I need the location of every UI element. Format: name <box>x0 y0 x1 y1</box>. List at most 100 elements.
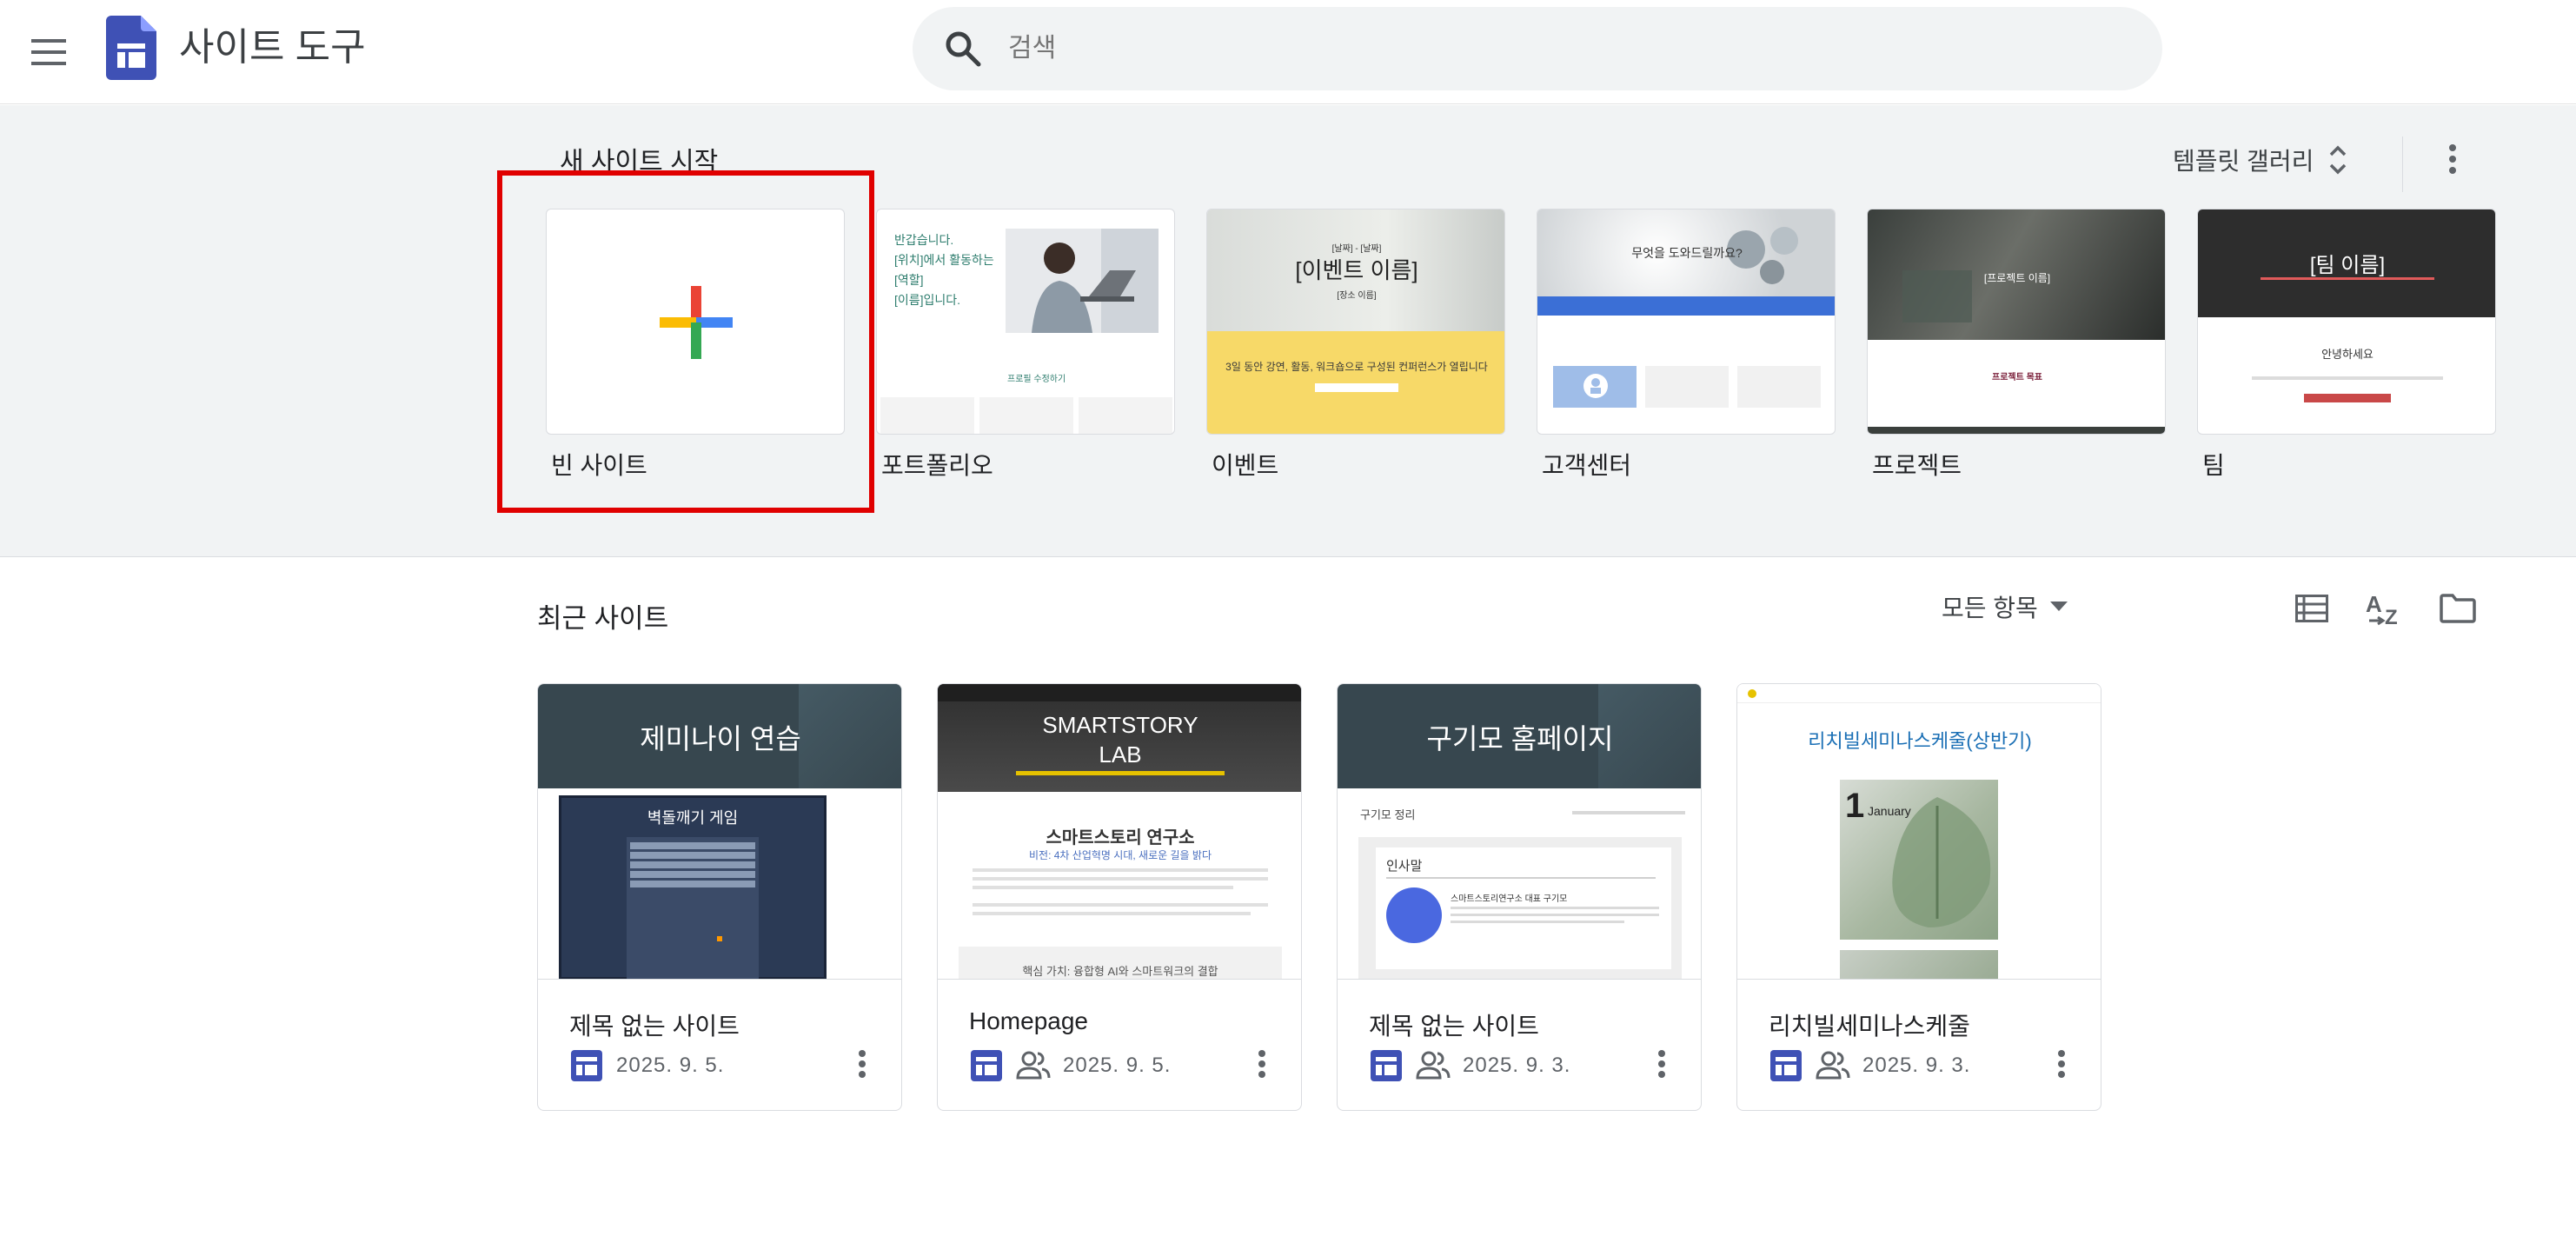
thumb-band-text: 3일 동안 강연, 활동, 워크숍으로 구성된 컨퍼런스가 열립니다 <box>1225 361 1488 373</box>
top-app-bar: 사이트 도구 <box>0 0 2576 104</box>
search-bar[interactable] <box>913 7 2162 90</box>
template-thumbnail[interactable]: 무엇을 도와드릴까요? <box>1537 209 1836 435</box>
thumb-intro-text: 반갑습니다. [위치]에서 활동하는 [역할] [이름]입니다. <box>894 233 994 307</box>
site-thumbnail[interactable]: 리치빌세미나스케줄(상반기) 1 January <box>1737 684 2101 980</box>
template-section: 새 사이트 시작 템플릿 갤러리 빈 사이트 반갑습니다. [위치]에서 활동하… <box>0 105 2576 557</box>
thumb-box-title: 인사말 <box>1386 859 1423 874</box>
thumb-title: [팀 이름] <box>2309 254 2386 277</box>
template-name: 프로젝트 <box>1872 452 1962 479</box>
svg-text:Z: Z <box>2385 606 2398 626</box>
recent-sites-title: 최근 사이트 <box>537 603 669 634</box>
template-gallery-button[interactable]: 템플릿 갤러리 <box>2173 138 2348 182</box>
more-vert-icon <box>859 1050 866 1078</box>
template-thumbnail[interactable]: [팀 이름] 안녕하세요 <box>2197 209 2496 435</box>
thumb-title: 제미나이 연습 <box>640 723 801 754</box>
site-icon <box>1770 1050 1802 1081</box>
thumb-vision: 비전: 4차 산업혁명 시대, 새로운 길을 밝다 <box>1029 849 1212 861</box>
site-icon <box>571 1050 602 1081</box>
site-meta: 2025. 9. 3. <box>1369 1047 1570 1084</box>
recent-site-card[interactable]: 제미나이 연습 벽돌깨기 게임 제목 없는 사이트 2025. 9. 5. <box>537 683 902 1111</box>
folder-icon <box>2440 594 2476 623</box>
site-title: Homepage <box>969 1007 1088 1034</box>
site-more-button[interactable] <box>2040 1042 2083 1086</box>
people-icon <box>1416 1051 1451 1080</box>
thumb-title: 구기모 홈페이지 <box>1426 723 1614 754</box>
thumb-venue: [장소 이름] <box>1337 291 1377 301</box>
template-thumbnail[interactable]: [프로젝트 이름] 프로젝트 목표 <box>1867 209 2166 435</box>
site-date: 2025. 9. 5. <box>616 1054 725 1077</box>
template-project[interactable]: [프로젝트 이름] 프로젝트 목표 프로젝트 <box>1867 209 2166 479</box>
people-icon <box>1016 1051 1051 1080</box>
template-help-center[interactable]: 무엇을 도와드릴까요? 고객센터 <box>1537 209 1836 479</box>
site-title: 리치빌세미나스케줄 <box>1769 1013 1970 1040</box>
recent-site-card[interactable]: 구기모 홈페이지 구기모 정리 인사말 스마트스토리연구소 대표 구기모 제목 … <box>1337 683 1702 1111</box>
site-thumbnail[interactable]: 제미나이 연습 벽돌깨기 게임 <box>538 684 901 980</box>
thumb-nav-title: 구기모 정리 <box>1360 808 1416 821</box>
search-input[interactable] <box>1008 24 2121 73</box>
svg-text:A: A <box>2366 591 2382 617</box>
thumb-box-text: 스마트스토리연구소 대표 구기모 <box>1451 894 1568 904</box>
thumb-subtitle: 프로젝트 목표 <box>1992 373 2042 382</box>
site-title: 제목 없는 사이트 <box>1369 1013 1539 1040</box>
menu-icon <box>31 39 66 65</box>
thumb-title: [프로젝트 이름] <box>1983 272 2051 284</box>
thumb-subtitle: 스마트스토리 연구소 <box>1046 828 1195 848</box>
template-gallery-label: 템플릿 갤러리 <box>2173 148 2314 175</box>
thumb-core-value: 핵심 가치: 융합형 AI와 스마트워크의 결합 <box>1022 965 1218 978</box>
template-name: 고객센터 <box>1542 452 1632 479</box>
unfold-icon <box>2330 145 2347 175</box>
selection-highlight <box>497 170 874 513</box>
thumb-month-number: 1 <box>1845 787 1865 825</box>
site-more-button[interactable] <box>1240 1042 1284 1086</box>
portrait-image <box>1006 229 1159 333</box>
site-meta: 2025. 9. 5. <box>969 1047 1171 1084</box>
sort-az-icon: A Z <box>2366 591 2398 626</box>
more-vert-icon <box>2058 1050 2065 1078</box>
thumb-caption: 프로필 수정하기 <box>1007 375 1066 384</box>
site-icon <box>1371 1050 1402 1081</box>
site-more-button[interactable] <box>840 1042 884 1086</box>
template-portfolio[interactable]: 반갑습니다. [위치]에서 활동하는 [역할] [이름]입니다. 프로필 수정하… <box>876 209 1175 479</box>
people-icon <box>1816 1051 1850 1080</box>
more-vert-icon <box>2449 144 2456 174</box>
thumb-title: [이벤트 이름] <box>1295 257 1418 283</box>
caret-down-icon <box>2049 602 2068 611</box>
site-thumbnail[interactable]: 구기모 홈페이지 구기모 정리 인사말 스마트스토리연구소 대표 구기모 <box>1338 684 1701 980</box>
site-meta: 2025. 9. 5. <box>569 1047 724 1084</box>
template-name: 팀 <box>2202 452 2225 479</box>
list-view-button[interactable] <box>2284 581 2340 636</box>
template-team[interactable]: [팀 이름] 안녕하세요 팀 <box>2197 209 2496 479</box>
owner-filter-dropdown[interactable]: 모든 항목 <box>1942 589 2068 624</box>
thumb-date: [날짜] - [날짜] <box>1331 244 1382 254</box>
thumb-greeting: 안녕하세요 <box>2321 348 2374 361</box>
search-icon[interactable] <box>944 30 982 68</box>
site-icon <box>971 1050 1002 1081</box>
site-thumbnail[interactable]: SMARTSTORY LAB 스마트스토리 연구소 비전: 4차 산업혁명 시대… <box>938 684 1301 980</box>
sort-button[interactable]: A Z <box>2357 581 2413 636</box>
thumb-month-name: January <box>1868 804 1911 818</box>
site-date: 2025. 9. 3. <box>1463 1054 1571 1077</box>
site-title: 제목 없는 사이트 <box>569 1013 740 1040</box>
more-vert-icon <box>1658 1050 1665 1078</box>
template-thumbnail[interactable]: 반갑습니다. [위치]에서 활동하는 [역할] [이름]입니다. 프로필 수정하… <box>876 209 1175 435</box>
thumb-title: 리치빌세미나스케줄(상반기) <box>1808 730 2032 752</box>
list-view-icon <box>2295 595 2328 622</box>
thumb-subtitle: 벽돌깨기 게임 <box>647 809 739 827</box>
template-name: 포트폴리오 <box>881 452 993 479</box>
person-icon <box>1583 374 1608 398</box>
app-title: 사이트 도구 <box>179 26 366 69</box>
template-more-button[interactable] <box>2425 131 2480 187</box>
more-vert-icon <box>1258 1050 1265 1078</box>
site-date: 2025. 9. 3. <box>1862 1054 1971 1077</box>
site-more-button[interactable] <box>1640 1042 1683 1086</box>
sites-logo-icon[interactable] <box>106 16 156 80</box>
template-thumbnail[interactable]: [날짜] - [날짜] [이벤트 이름] [장소 이름] 3일 동안 강연, 활… <box>1206 209 1505 435</box>
recent-site-card[interactable]: SMARTSTORY LAB 스마트스토리 연구소 비전: 4차 산업혁명 시대… <box>937 683 1302 1111</box>
template-name: 이벤트 <box>1212 452 1279 479</box>
main-menu-button[interactable] <box>19 23 78 82</box>
thumb-title: SMARTSTORY LAB <box>1042 712 1198 768</box>
template-event[interactable]: [날짜] - [날짜] [이벤트 이름] [장소 이름] 3일 동안 강연, 활… <box>1206 209 1505 479</box>
site-date: 2025. 9. 5. <box>1063 1054 1172 1077</box>
recent-site-card[interactable]: 리치빌세미나스케줄(상반기) 1 January 리치빌세미나스케줄 2025.… <box>1736 683 2101 1111</box>
file-picker-button[interactable] <box>2430 581 2486 636</box>
